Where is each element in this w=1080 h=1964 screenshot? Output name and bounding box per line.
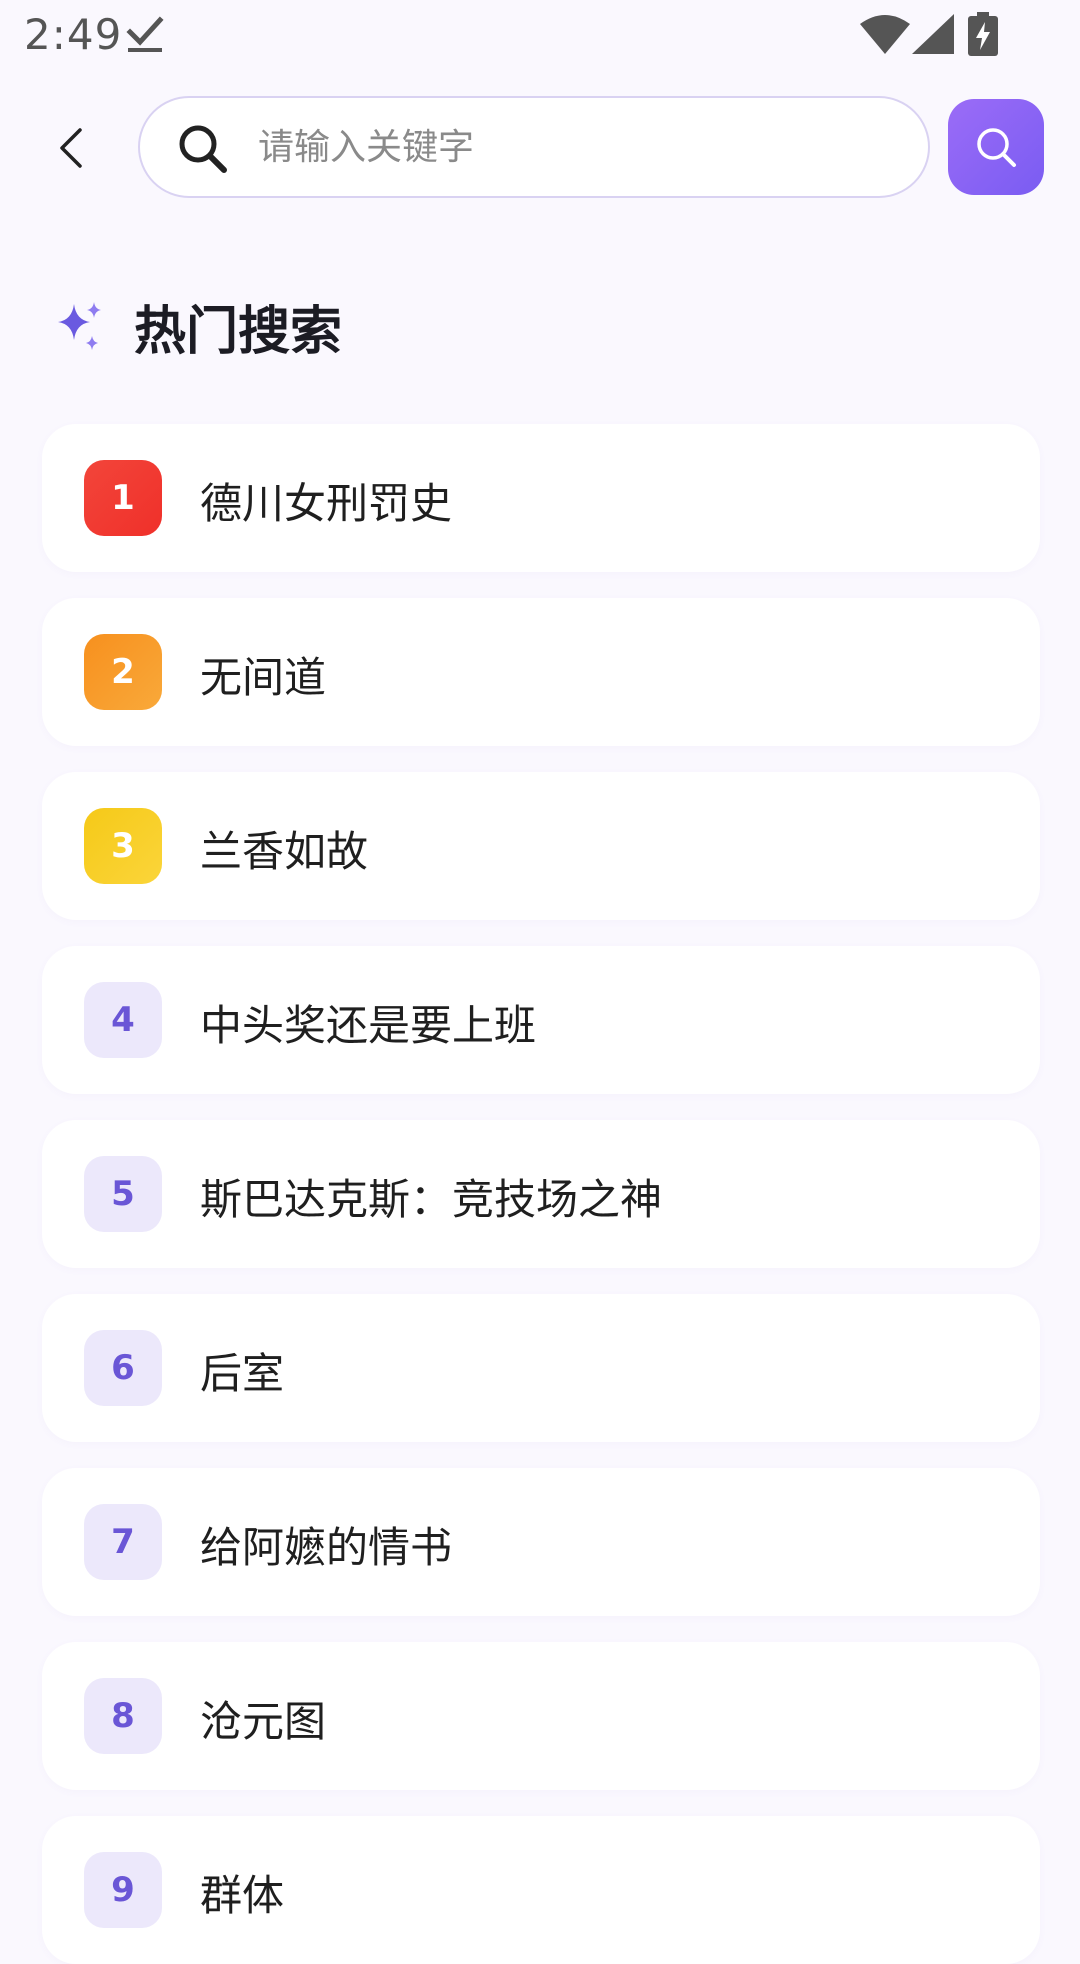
list-item[interactable]: 7 给阿嬷的情书 [42, 1468, 1040, 1616]
wifi-icon [860, 15, 910, 54]
item-title: 群体 [200, 1871, 285, 1920]
search-bar [0, 92, 1080, 204]
search-icon [179, 125, 227, 173]
search-field[interactable] [138, 96, 930, 198]
rank-badge: 8 [84, 1678, 162, 1754]
item-title: 沧元图 [200, 1697, 327, 1746]
item-title: 无间道 [200, 653, 327, 702]
search-button[interactable] [948, 99, 1044, 195]
list-item[interactable]: 9 群体 [42, 1816, 1040, 1964]
rank-badge: 9 [84, 1852, 162, 1928]
rank-badge: 5 [84, 1156, 162, 1232]
list-item[interactable]: 5 斯巴达克斯：竞技场之神 [42, 1120, 1040, 1268]
sparkle-icon [58, 302, 101, 350]
list-item[interactable]: 6 后室 [42, 1294, 1040, 1442]
section-title: 热门搜索 [134, 301, 343, 362]
item-title: 兰香如故 [200, 827, 369, 876]
status-bar: 2:49 [0, 0, 1080, 72]
search-input[interactable] [258, 114, 898, 180]
list-item[interactable]: 1 德川女刑罚史 [42, 424, 1040, 572]
section-header: 热门搜索 [56, 290, 342, 362]
signal-icon [912, 14, 954, 54]
list-item[interactable]: 4 中头奖还是要上班 [42, 946, 1040, 1094]
rank-badge: 2 [84, 634, 162, 710]
item-title: 斯巴达克斯：竞技场之神 [200, 1175, 663, 1224]
list-item[interactable]: 2 无间道 [42, 598, 1040, 746]
list-item[interactable]: 3 兰香如故 [42, 772, 1040, 920]
back-button[interactable] [40, 114, 100, 182]
rank-badge: 1 [84, 460, 162, 536]
item-title: 德川女刑罚史 [200, 479, 453, 528]
item-title: 给阿嬷的情书 [200, 1523, 453, 1572]
chevron-left-icon [60, 128, 82, 168]
status-time: 2:49 [24, 10, 123, 59]
search-icon [977, 128, 1016, 167]
list-item[interactable]: 8 沧元图 [42, 1642, 1040, 1790]
rank-badge: 3 [84, 808, 162, 884]
rank-badge: 6 [84, 1330, 162, 1406]
check-icon [126, 16, 164, 52]
item-title: 后室 [200, 1349, 285, 1398]
battery-charging-icon [968, 12, 998, 56]
rank-badge: 4 [84, 982, 162, 1058]
rank-badge: 7 [84, 1504, 162, 1580]
item-title: 中头奖还是要上班 [200, 1001, 537, 1050]
